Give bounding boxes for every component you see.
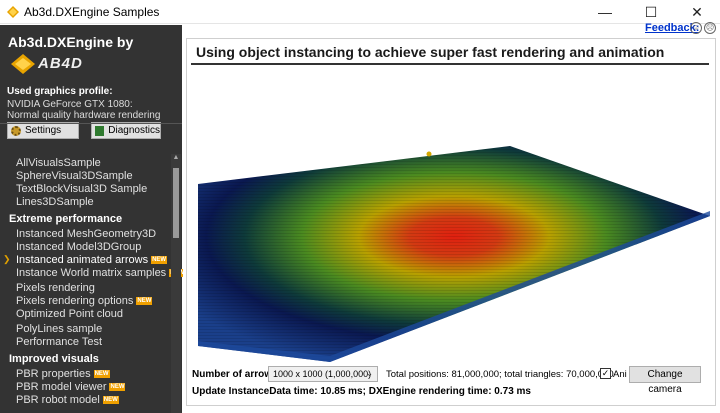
title-underline (191, 63, 709, 65)
new-badge: NEW (136, 297, 153, 306)
happy-face-icon[interactable]: ☺ (690, 22, 702, 34)
sidebar-item-instanced-animated-arrows[interactable]: Instanced animated arrows NEW (16, 254, 168, 266)
sidebar-item-pbr-model-viewer[interactable]: PBR model viewer NEW (16, 381, 126, 393)
sidebar-item-label: PBR model viewer (16, 381, 107, 393)
sidebar-item-instance-world-matrix-samples[interactable]: Instance World matrix samplesNEW (16, 267, 186, 279)
timing-stats: Update InstanceData time: 10.85 ms; DXEn… (192, 386, 531, 397)
sidebar-item-pbr-robot-model[interactable]: PBR robot model NEW (16, 394, 119, 406)
diagnostics-button-label: Diagnostics (108, 125, 160, 136)
chevron-down-icon: ⌄ (366, 369, 373, 378)
sidebar-title: Ab3d.DXEngine by (8, 34, 134, 50)
minimize-button[interactable]: — (582, 0, 628, 24)
sidebar-item-label: Pixels rendering options (16, 295, 134, 307)
sidebar-item-label: PBR properties (16, 368, 91, 380)
sad-face-icon[interactable]: ☹ (704, 22, 716, 34)
arrow-field-texture (198, 146, 710, 362)
title-bar: Ab3d.DXEngine Samples — ☐ ✕ (0, 0, 720, 24)
graphics-profile-mode: Normal quality hardware rendering (7, 110, 161, 121)
camera-target-marker (426, 151, 432, 157)
sidebar-item-pbr-properties[interactable]: PBR properties NEW (16, 368, 110, 380)
new-badge: NEW (102, 396, 119, 405)
gear-icon (11, 125, 21, 136)
sidebar-item-lines3dsample[interactable]: Lines3DSample (16, 196, 94, 208)
sidebar-item-optimized-point-cloud[interactable]: Optimized Point cloud (16, 308, 123, 320)
maximize-button[interactable]: ☐ (628, 0, 674, 24)
logo-mark-icon (11, 54, 35, 74)
sidebar-item-label: Instanced animated arrows (16, 254, 149, 266)
settings-button-label: Settings (25, 125, 62, 136)
scroll-up-icon[interactable]: ▲ (171, 154, 181, 164)
logo-text: AB4D (38, 55, 83, 72)
sidebar-item-allvisualssample[interactable]: AllVisualsSample (16, 157, 101, 169)
instanced-arrows-scene[interactable] (190, 66, 710, 362)
positions-stats: Total positions: 81,000,000; total trian… (386, 369, 614, 380)
sidebar-item-performance-test[interactable]: Performance Test (16, 336, 102, 348)
sidebar-item-pixels-rendering[interactable]: Pixels rendering (16, 282, 95, 294)
ab4d-logo: AB4D (10, 53, 100, 75)
sidebar-item-polylines-sample[interactable]: PolyLines sample (16, 323, 102, 335)
sidebar-item-textblockvisual3d-sample[interactable]: TextBlockVisual3D Sample (16, 183, 147, 195)
animate-label: Ani (613, 369, 627, 380)
new-badge: NEW (93, 370, 110, 379)
sidebar-scrollbar[interactable]: ▲ (171, 154, 181, 413)
sidebar-item-spherevisual3dsample[interactable]: SphereVisual3DSample (16, 170, 133, 182)
settings-button[interactable]: Settings (7, 122, 79, 139)
animate-checkbox[interactable]: ✓ (600, 368, 611, 379)
close-button[interactable]: ✕ (674, 0, 720, 24)
sidebar-item-label: PBR robot model (16, 394, 100, 406)
sidebar-item-instanced-meshgeometry3d[interactable]: Instanced MeshGeometry3D (16, 228, 156, 240)
diagnostics-icon (95, 125, 105, 136)
new-badge: NEW (109, 383, 126, 392)
diagnostics-button[interactable]: Diagnostics (91, 122, 161, 139)
arrows-count-select[interactable]: 1000 x 1000 (1,000,000) ⌄ (268, 366, 378, 382)
sidebar-item-instanced-model3dgroup[interactable]: Instanced Model3DGroup (16, 241, 141, 253)
window-title: Ab3d.DXEngine Samples (24, 5, 160, 19)
sidebar-item-pixels-rendering-options[interactable]: Pixels rendering options NEW (16, 295, 153, 307)
sidebar-item-label: Instance World matrix samples (16, 267, 167, 279)
change-camera-button[interactable]: Change camera (629, 366, 701, 395)
sidebar-divider (0, 123, 182, 124)
arrows-count-value: 1000 x 1000 (1,000,000) (273, 369, 372, 379)
app-icon (7, 6, 19, 18)
page-title: Using object instancing to achieve super… (196, 44, 665, 60)
scrollbar-thumb[interactable] (173, 168, 179, 238)
graphics-profile-gpu: NVIDIA GeForce GTX 1080: (7, 99, 133, 110)
category-improved-visuals: Improved visuals (9, 353, 99, 365)
new-badge: NEW (151, 256, 168, 265)
category-extreme-performance: Extreme performance (9, 213, 123, 225)
selected-indicator-icon: ❯ (3, 254, 11, 264)
graphics-profile-label: Used graphics profile: (7, 86, 113, 97)
